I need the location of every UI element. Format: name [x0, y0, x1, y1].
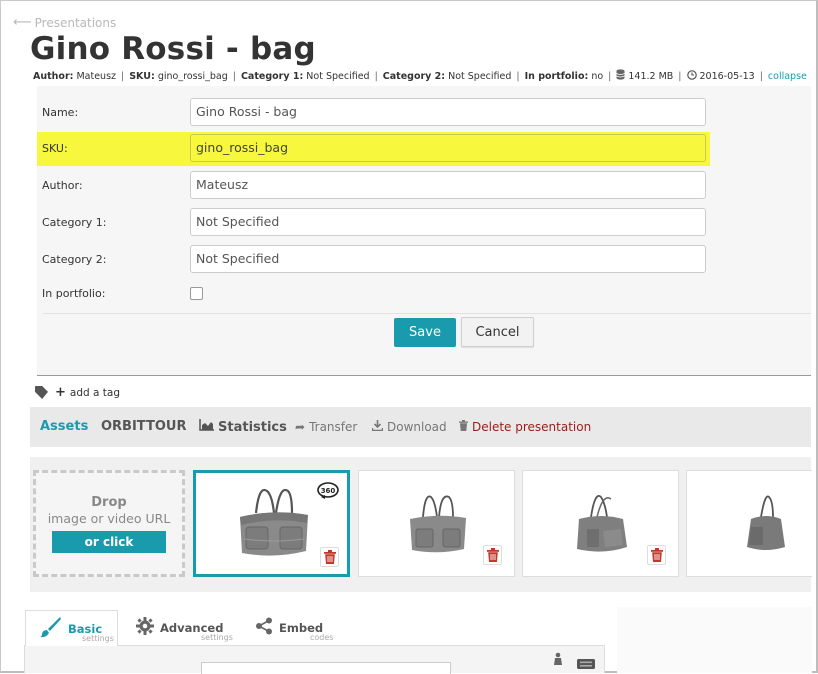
- meta-portfolio: no: [591, 70, 604, 82]
- bag-image: [410, 495, 466, 553]
- tab-statistics[interactable]: Statistics: [199, 419, 287, 435]
- page-title: Gino Rossi - bag: [30, 31, 316, 67]
- delete-presentation-action[interactable]: Delete presentation: [459, 420, 591, 434]
- form-row-portfolio: In portfolio:: [37, 277, 811, 311]
- collapse-link[interactable]: collapse: [768, 71, 807, 82]
- sku-input[interactable]: gino_rossi_bag: [190, 134, 706, 162]
- meta-sku: gino_rossi_bag: [157, 70, 228, 82]
- 360-badge-icon: 360: [317, 482, 339, 500]
- or-click-button[interactable]: or click: [52, 531, 166, 553]
- drop-title: Drop: [91, 495, 127, 510]
- tab-advanced-settings[interactable]: Advanced settings: [136, 610, 233, 646]
- 360-badge-label: 360: [321, 487, 336, 495]
- database-icon: [616, 69, 626, 83]
- delete-asset-button[interactable]: [483, 545, 502, 565]
- category1-label: Category 1:: [42, 216, 107, 229]
- asset-thumbnail[interactable]: [522, 470, 679, 577]
- meta-cat1: Not Specified: [306, 70, 370, 82]
- transfer-label: Transfer: [309, 420, 358, 434]
- download-label: Download: [387, 420, 447, 434]
- save-button[interactable]: Save: [394, 318, 456, 347]
- meta-size: 141.2 MB: [628, 70, 674, 82]
- tab-basic-subtitle: settings: [82, 634, 114, 643]
- form-row-author: Author: Mateusz: [37, 169, 811, 203]
- meta-cat1-label: Category 1:: [240, 70, 304, 82]
- in-portfolio-checkbox[interactable]: [190, 287, 203, 300]
- plus-icon: +: [55, 384, 66, 400]
- meta-cat2: Not Specified: [448, 70, 512, 82]
- settings-field[interactable]: [201, 662, 451, 674]
- back-link-label: Presentations: [34, 15, 117, 30]
- category2-select[interactable]: Not Specified: [190, 245, 706, 273]
- form-row-category2: Category 2: Not Specified: [37, 243, 811, 277]
- form-row-name: Name: Gino Rossi - bag: [37, 96, 811, 130]
- keyboard-icon[interactable]: [577, 654, 595, 673]
- delete-asset-button[interactable]: [647, 545, 666, 565]
- form-row-sku: SKU: gino_rossi_bag: [37, 132, 710, 166]
- trash-icon: [459, 420, 468, 434]
- back-to-presentations-link[interactable]: ⟵ Presentations: [13, 15, 116, 30]
- person-icon[interactable]: [553, 652, 563, 668]
- transfer-action[interactable]: ➦ Transfer: [295, 420, 357, 434]
- share-arrow-icon: ➦: [295, 420, 306, 434]
- asset-thumbnail[interactable]: [686, 470, 812, 577]
- sku-label: SKU:: [42, 142, 68, 155]
- meta-bar: Author: Mateusz | SKU: gino_rossi_bag | …: [33, 69, 807, 83]
- add-tag-link[interactable]: add a tag: [70, 387, 120, 399]
- meta-sku-label: SKU:: [129, 70, 155, 82]
- category2-label: Category 2:: [42, 253, 107, 266]
- clock-icon: [686, 69, 697, 83]
- tab-statistics-label: Statistics: [218, 419, 287, 435]
- tab-embed-subtitle: codes: [310, 633, 334, 642]
- form-row-category1: Category 1: Not Specified: [37, 206, 811, 240]
- bag-image: [240, 488, 308, 556]
- meta-portfolio-label: In portfolio:: [524, 70, 589, 82]
- delete-label: Delete presentation: [472, 420, 592, 434]
- author-label: Author:: [42, 179, 83, 192]
- meta-author-label: Author:: [33, 70, 74, 82]
- gear-icon: [136, 617, 154, 639]
- tags-row: + add a tag: [35, 386, 120, 399]
- share-icon: [255, 617, 273, 639]
- portfolio-label: In portfolio:: [42, 287, 106, 300]
- form-divider: [43, 313, 811, 314]
- drop-subtitle: image or video URL: [47, 511, 171, 526]
- trash-icon: [486, 548, 499, 562]
- presentation-tab-bar: Assets ORBITTOUR Statistics ➦ Transfer D…: [30, 407, 811, 447]
- name-label: Name:: [42, 106, 79, 119]
- tab-assets[interactable]: Assets: [40, 419, 88, 434]
- settings-panel: [24, 646, 605, 674]
- trash-icon: [650, 548, 663, 562]
- tab-orbittour[interactable]: ORBITTOUR: [101, 419, 186, 434]
- meta-date: 2016-05-13: [699, 70, 755, 82]
- edit-form-panel: Name: Gino Rossi - bag SKU: gino_rossi_b…: [37, 86, 811, 376]
- download-icon: [371, 420, 384, 434]
- asset-thumbnail[interactable]: [358, 470, 515, 577]
- drop-zone[interactable]: Drop image or video URL or click: [33, 470, 185, 577]
- tab-advanced-subtitle: settings: [201, 633, 233, 642]
- tag-icon: [35, 386, 48, 399]
- cancel-button[interactable]: Cancel: [461, 317, 534, 347]
- tab-basic-settings[interactable]: Basic settings: [25, 610, 118, 646]
- arrow-left-icon: ⟵: [13, 15, 32, 30]
- trash-icon: [323, 550, 336, 564]
- category1-select[interactable]: Not Specified: [190, 208, 706, 236]
- delete-asset-button[interactable]: [320, 547, 339, 567]
- meta-cat2-label: Category 2:: [382, 70, 446, 82]
- brush-icon: [40, 616, 62, 642]
- name-input[interactable]: Gino Rossi - bag: [190, 98, 706, 126]
- tab-embed-codes[interactable]: Embed codes: [255, 610, 333, 646]
- meta-author: Mateusz: [76, 70, 117, 82]
- download-action[interactable]: Download: [371, 420, 447, 434]
- asset-thumbnail[interactable]: 360: [193, 470, 350, 577]
- preview-panel: [617, 607, 812, 673]
- bar-chart-icon: [199, 419, 214, 435]
- bag-image: [747, 495, 785, 550]
- bag-image: [577, 495, 627, 552]
- author-input[interactable]: Mateusz: [190, 171, 706, 199]
